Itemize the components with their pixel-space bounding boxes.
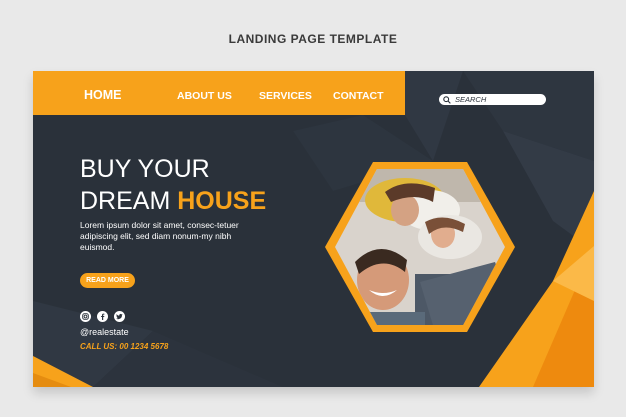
read-more-button[interactable]: READ MORE — [80, 273, 135, 288]
search-icon — [443, 95, 451, 104]
nav-services-link[interactable]: SERVICES — [259, 90, 312, 102]
nav-about-link[interactable]: ABOUT US — [177, 90, 232, 102]
landing-page-card: HOME ABOUT US SERVICES CONTACT BUY YOUR … — [33, 71, 594, 387]
call-us-phone: CALL US: 00 1234 5678 — [80, 342, 169, 351]
search-input[interactable] — [451, 95, 535, 104]
headline-line-2-prefix: DREAM — [80, 187, 171, 215]
instagram-icon[interactable] — [80, 311, 91, 322]
headline-line-2-accent: HOUSE — [177, 187, 267, 215]
family-photo-hexagon — [325, 162, 515, 332]
nav-home-link[interactable]: HOME — [84, 88, 122, 102]
hero-headline: BUY YOUR DREAM HOUSE — [80, 153, 266, 217]
hero-body-text: Lorem ipsum dolor sit amet, consec-tetue… — [80, 220, 239, 252]
headline-line-1: BUY YOUR — [80, 155, 210, 183]
social-icons — [80, 311, 125, 322]
search-box[interactable] — [439, 94, 546, 105]
facebook-icon[interactable] — [97, 311, 108, 322]
twitter-icon[interactable] — [114, 311, 125, 322]
social-handle: @realestate — [80, 327, 129, 337]
page-caption: LANDING PAGE TEMPLATE — [228, 32, 398, 46]
nav-contact-link[interactable]: CONTACT — [333, 90, 384, 102]
